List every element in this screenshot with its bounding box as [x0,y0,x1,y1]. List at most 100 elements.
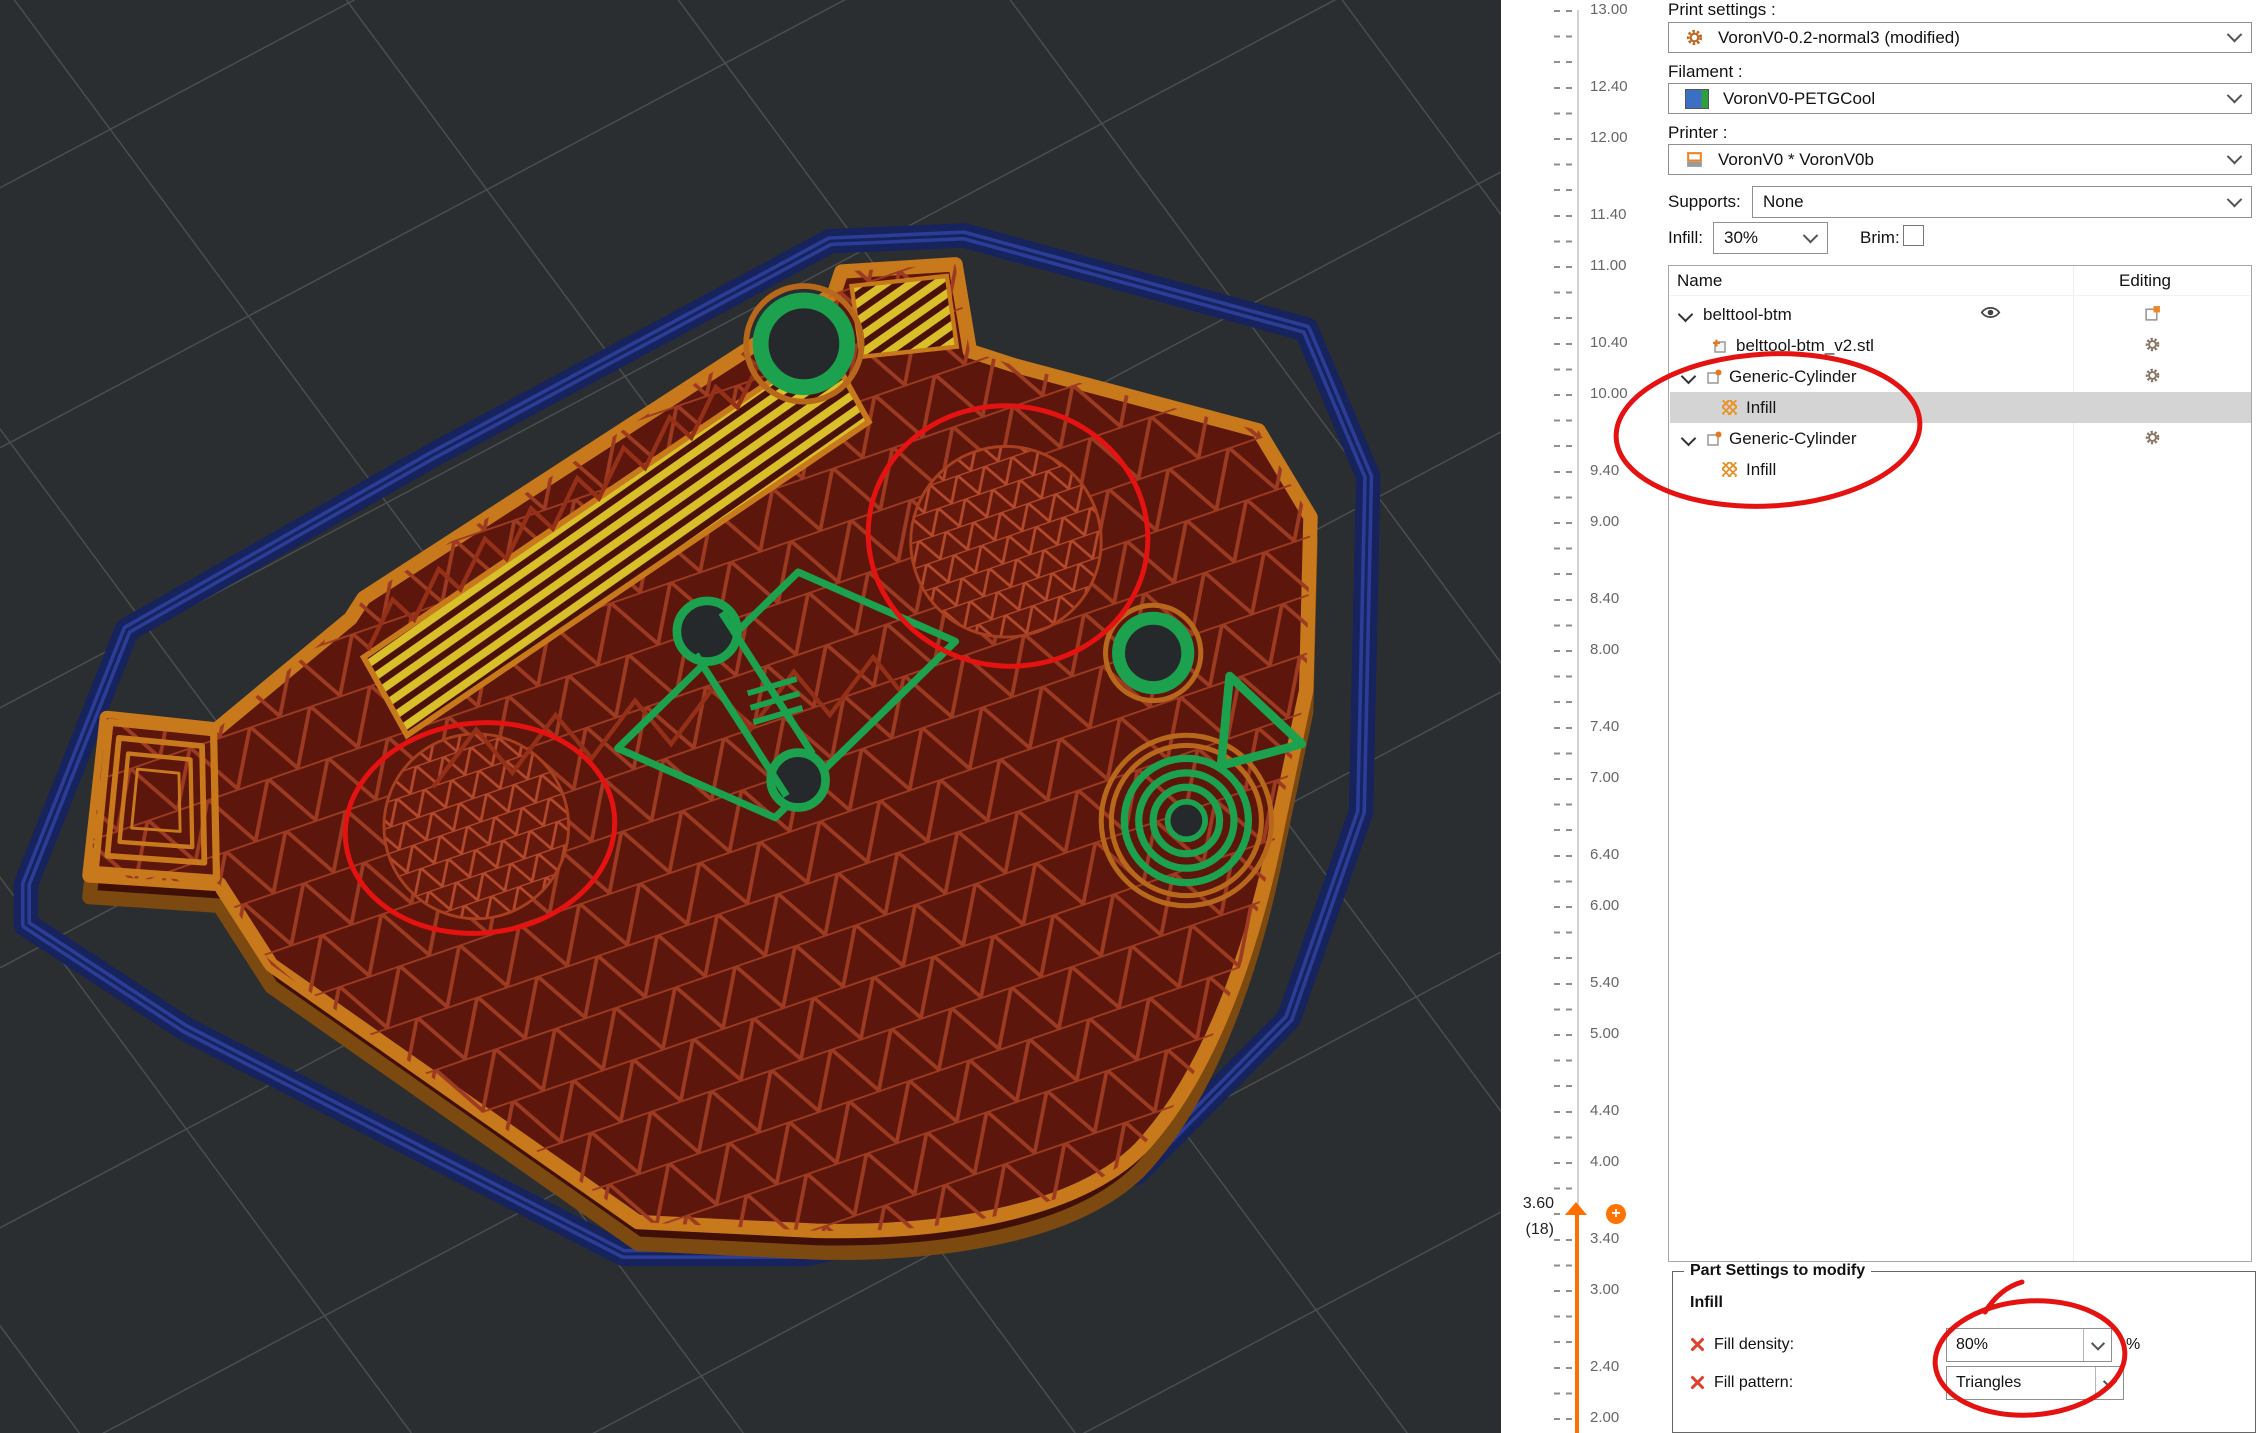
brim-checkbox[interactable] [1903,225,1924,246]
remove-setting-icon[interactable] [1690,1375,1705,1390]
tree-row-part[interactable]: belttool-btm_v2.stl [1670,330,2251,361]
layer-tick-label: 3.40 [1590,1230,1652,1248]
chevron-down-icon [2227,88,2243,104]
layer-slider-thumb[interactable] [1565,1202,1587,1215]
supports-select[interactable]: None [1752,186,2252,218]
chevron-down-icon [1803,227,1819,243]
slider-minor-ticks [1554,10,1560,1422]
printer-icon [1685,150,1704,169]
fill-density-value: 80% [1956,1336,1988,1354]
brim-label: Brim: [1860,228,1900,248]
chevron-down-icon [2227,191,2243,207]
layer-tick-label: 12.00 [1590,129,1652,147]
chevron-down-icon[interactable] [1681,431,1697,447]
chevron-down-icon[interactable] [1681,369,1697,385]
object-name: belttool-btm [1703,305,1792,325]
infill-icon [1722,462,1737,477]
remove-setting-icon[interactable] [1690,1337,1705,1352]
layer-tick-label: 5.40 [1590,974,1652,992]
fill-pattern-select[interactable]: Triangles [1946,1366,2124,1400]
editing-column-header: Editing [2119,271,2171,291]
current-layer-label: (18) [1498,1220,1554,1240]
layer-tick-label: 11.00 [1590,257,1652,275]
setting-name: Infill [1746,460,1776,480]
current-height-label: 3.60 [1498,1194,1554,1214]
gear-icon [1685,28,1704,47]
object-list-header: Name Editing [1669,266,2251,296]
fill-pattern-value: Triangles [1956,1374,2021,1392]
infill-icon [1722,400,1737,415]
layer-tick-label: 8.00 [1590,641,1652,659]
printer-select[interactable]: VoronV0 * VoronV0b [1668,144,2252,175]
filament-value: VoronV0-PETGCool [1723,89,1875,109]
layer-tick-label: 6.00 [1590,897,1652,915]
modifier-name: Generic-Cylinder [1729,429,1857,449]
gear-icon[interactable] [2140,336,2164,358]
name-column-header: Name [1677,271,1722,291]
layer-tick-label: 9.00 [1590,513,1652,531]
layer-tick-label: 9.40 [1590,462,1652,480]
gear-icon[interactable] [2140,367,2164,389]
layer-tick-label: 12.40 [1590,78,1652,96]
fill-density-unit: % [2126,1336,2140,1354]
fill-density-input[interactable]: 80% [1946,1328,2112,1362]
part-name: belttool-btm_v2.stl [1736,336,1874,356]
layer-tick-label: 10.00 [1590,385,1652,403]
add-layer-marker-button[interactable]: + [1606,1204,1626,1224]
infill-value: 30% [1724,228,1758,248]
part-settings-group: Infill [1690,1294,1723,1312]
layer-tick-label: 7.00 [1590,769,1652,787]
filament-label: Filament : [1668,62,1743,82]
layer-tick-label: 2.00 [1590,1409,1652,1427]
tree-row-modifier[interactable]: Generic-Cylinder [1670,361,2251,392]
chevron-down-icon[interactable] [2083,1329,2111,1361]
layer-tick-label: 4.40 [1590,1102,1652,1120]
supports-value: None [1763,192,1804,212]
chevron-down-icon[interactable] [1678,307,1694,323]
layer-tick-label: 6.40 [1590,846,1652,864]
modifier-name: Generic-Cylinder [1729,367,1857,387]
printer-value: VoronV0 * VoronV0b [1718,150,1874,170]
filament-color-icon [1685,89,1709,109]
layer-tick-label: 3.00 [1590,1281,1652,1299]
fill-pattern-label: Fill pattern: [1714,1374,1793,1392]
gear-icon[interactable] [2140,429,2164,451]
viewport-3d[interactable] [0,0,1501,1433]
layer-slider-track[interactable] [1577,10,1579,1213]
fill-density-label: Fill density: [1714,1336,1794,1354]
setting-name: Infill [1746,398,1776,418]
sliced-model-preview [0,0,1501,1433]
slicer-window: + 3.60 (18) 13.00 12.40 12.00 11.40 11.0… [0,0,2264,1433]
part-settings-title: Part Settings to modify [1684,1262,1871,1280]
part-icon [1712,338,1728,354]
layer-tick-label: 4.00 [1590,1153,1652,1171]
modifier-icon [1706,369,1722,385]
print-settings-label: Print settings : [1668,0,1776,20]
chevron-down-icon [2227,149,2243,165]
print-settings-value: VoronV0-0.2-normal3 (modified) [1718,28,1960,48]
eye-icon[interactable] [1980,305,2001,325]
tree-row-infill-setting[interactable]: Infill [1670,454,2251,485]
chevron-down-icon[interactable] [2095,1367,2123,1399]
layer-tick-label: 11.40 [1590,206,1652,224]
modifier-icon [1706,431,1722,447]
infill-label: Infill: [1668,228,1703,248]
tree-row-infill-setting[interactable]: Infill [1670,392,2251,423]
supports-label: Supports: [1668,192,1741,212]
layer-slider-filled[interactable] [1575,1214,1579,1433]
layer-tick-label: 5.00 [1590,1025,1652,1043]
filament-select[interactable]: VoronV0-PETGCool [1668,83,2252,114]
layer-tick-label: 10.40 [1590,334,1652,352]
print-settings-select[interactable]: VoronV0-0.2-normal3 (modified) [1668,22,2252,53]
infill-select[interactable]: 30% [1713,222,1828,254]
layer-tick-label: 13.00 [1590,1,1652,19]
layer-tick-label: 2.40 [1590,1358,1652,1376]
chevron-down-icon [2227,27,2243,43]
edit-object-icon[interactable] [2140,305,2164,327]
layer-tick-label: 7.40 [1590,718,1652,736]
tree-row-object[interactable]: belttool-btm [1670,299,2251,330]
tree-row-modifier[interactable]: Generic-Cylinder [1670,423,2251,454]
printer-label: Printer : [1668,123,1728,143]
layer-tick-label: 8.40 [1590,590,1652,608]
object-list: Name Editing belttool-btm belttool-btm_v… [1668,265,2252,1262]
